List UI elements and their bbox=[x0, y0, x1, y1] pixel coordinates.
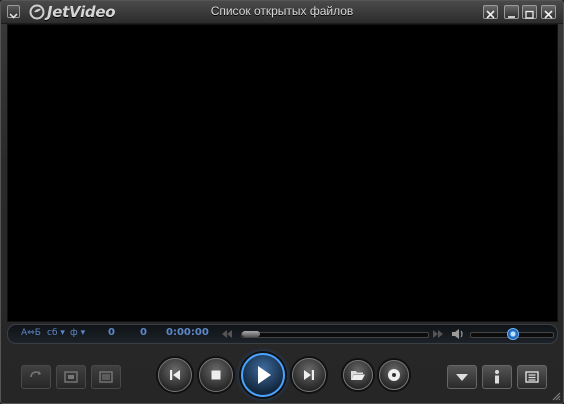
rewind-icon[interactable] bbox=[221, 329, 233, 339]
close-button[interactable] bbox=[541, 5, 556, 19]
maximize-icon bbox=[525, 10, 534, 19]
seek-knob[interactable] bbox=[242, 331, 260, 337]
stop-icon bbox=[211, 370, 221, 380]
subtitle-menu-label: сб bbox=[47, 328, 58, 338]
speaker-icon[interactable] bbox=[451, 328, 465, 340]
play-icon bbox=[258, 366, 271, 384]
fullscreen-icon bbox=[99, 371, 113, 383]
info-button[interactable] bbox=[482, 365, 512, 389]
subtitle-menu[interactable]: сб ▾ bbox=[47, 328, 65, 338]
previous-track-icon bbox=[170, 370, 180, 380]
seek-slider[interactable] bbox=[241, 331, 429, 338]
time-display: 0:00:00 bbox=[166, 327, 209, 338]
triangle-down-icon bbox=[456, 374, 468, 381]
menu-dropdown-button[interactable] bbox=[447, 365, 477, 389]
folder-open-icon bbox=[351, 371, 365, 380]
window-title: Список открытых файлов bbox=[210, 4, 354, 18]
maximize-button[interactable] bbox=[522, 5, 537, 19]
frame-capture-button[interactable] bbox=[56, 365, 86, 389]
volume-knob[interactable] bbox=[507, 328, 519, 340]
next-track-icon bbox=[304, 370, 314, 380]
playlist-button[interactable] bbox=[517, 365, 547, 389]
audio-menu[interactable]: ф ▾ bbox=[70, 328, 85, 338]
video-area[interactable] bbox=[7, 24, 558, 322]
minimize-icon bbox=[508, 16, 515, 18]
close-playlist-button[interactable] bbox=[483, 5, 498, 19]
fast-forward-icon[interactable] bbox=[432, 329, 444, 339]
counter-b: 0 bbox=[140, 327, 147, 338]
close-icon bbox=[544, 10, 553, 19]
audio-menu-label: ф bbox=[70, 328, 78, 338]
open-file-button[interactable] bbox=[343, 360, 373, 390]
play-button[interactable] bbox=[241, 353, 285, 397]
previous-button[interactable] bbox=[158, 358, 192, 392]
minimize-button[interactable] bbox=[504, 5, 519, 19]
info-icon bbox=[495, 370, 499, 384]
status-bar: А⇔Б сб ▾ ф ▾ 0 0 0:00:00 bbox=[7, 324, 558, 344]
subtitle-switch[interactable]: А⇔Б bbox=[21, 328, 41, 338]
close-icon bbox=[486, 10, 495, 19]
player-window: JetVideo Список открытых файлов А⇔Б сб ▾… bbox=[0, 0, 564, 404]
counter-a: 0 bbox=[108, 327, 115, 338]
next-button[interactable] bbox=[292, 358, 326, 392]
disc-icon bbox=[388, 369, 400, 381]
repeat-icon bbox=[30, 371, 41, 378]
stop-button[interactable] bbox=[199, 358, 233, 392]
title-bar[interactable]: JetVideo Список открытых файлов bbox=[1, 1, 563, 24]
volume-slider[interactable] bbox=[470, 328, 554, 340]
open-disc-button[interactable] bbox=[379, 360, 409, 390]
repeat-button[interactable] bbox=[21, 365, 51, 389]
fullscreen-button[interactable] bbox=[91, 365, 121, 389]
resize-grip-icon[interactable] bbox=[551, 391, 561, 401]
playlist-icon bbox=[525, 371, 539, 383]
frame-icon bbox=[64, 371, 78, 383]
